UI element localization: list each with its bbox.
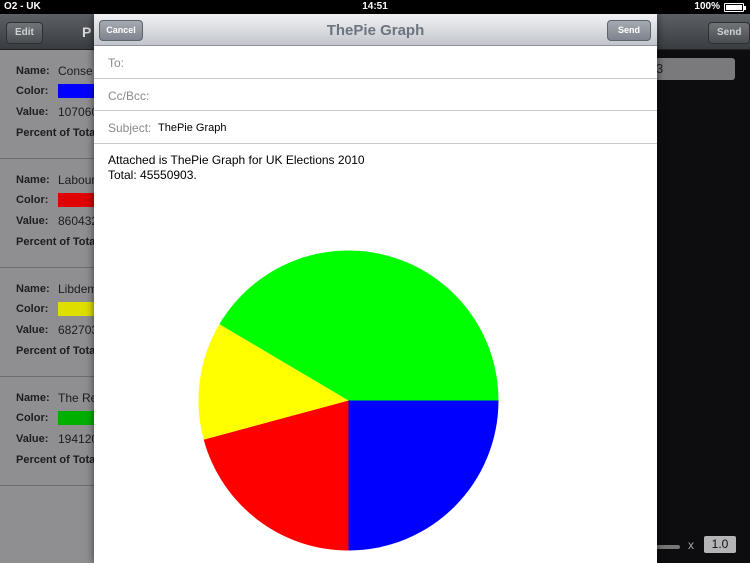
entry-color-label: Color: (16, 85, 49, 97)
entry-value-label: Value: (16, 106, 49, 118)
ccbcc-field[interactable]: Cc/Bcc: (94, 79, 657, 111)
entry-value-label: Value: (16, 433, 49, 445)
status-bar: O2 - UK 14:51 100% (0, 0, 750, 14)
scale-value[interactable]: 1.0 (704, 536, 736, 553)
entry-color-label: Color: (16, 194, 49, 206)
entry-percent-label: Percent of Tota (16, 454, 96, 466)
compose-navbar: Cancel ThePie Graph Send (94, 14, 657, 46)
to-field[interactable]: To: (94, 46, 657, 79)
body-line-2: Total: 45550903. (108, 168, 197, 182)
pie-chart (198, 250, 499, 551)
subject-field[interactable]: Subject: ThePie Graph (94, 111, 657, 144)
entry-value-label: Value: (16, 215, 49, 227)
entry-name-label: Name: (16, 392, 50, 404)
body-line-1: Attached is ThePie Graph for UK Election… (108, 153, 365, 167)
entry-value-label: Value: (16, 324, 49, 336)
pie-slice (348, 400, 499, 551)
clock: 14:51 (362, 1, 388, 12)
edit-button[interactable]: Edit (6, 22, 43, 44)
entry-name-value: Labour (58, 173, 96, 187)
battery-percent: 100% (694, 1, 720, 12)
battery-icon (724, 3, 746, 12)
entry-percent-label: Percent of Tota (16, 345, 96, 357)
subject-value: ThePie Graph (158, 122, 227, 134)
graph-name-field[interactable]: 3 (652, 58, 735, 80)
entry-percent-label: Percent of Tota (16, 236, 96, 248)
entry-percent-label: Percent of Tota (16, 127, 96, 139)
subject-label: Subject: (108, 121, 152, 135)
email-compose-sheet: Cancel ThePie Graph Send To: Cc/Bcc: Sub… (94, 14, 657, 563)
entry-value-value: 860432 (58, 214, 99, 228)
message-body[interactable]: Attached is ThePie Graph for UK Election… (108, 153, 365, 183)
entry-color-label: Color: (16, 412, 49, 424)
to-label: To: (108, 56, 125, 70)
entry-name-value: Conse (58, 64, 93, 78)
entry-color-label: Color: (16, 303, 49, 315)
entry-name-value: The Re (58, 391, 98, 405)
entry-name-label: Name: (16, 283, 50, 295)
background-title: P (82, 24, 92, 40)
scale-x-label: x (688, 538, 694, 552)
send-button[interactable]: Send (607, 20, 651, 41)
entry-value-value: 194120 (58, 432, 99, 446)
ccbcc-label: Cc/Bcc: (108, 89, 150, 103)
entry-name-value: Libdem (58, 282, 98, 296)
entry-name-label: Name: (16, 174, 50, 186)
background-send-button[interactable]: Send (708, 22, 750, 44)
compose-title: ThePie Graph (326, 22, 425, 39)
entry-name-label: Name: (16, 65, 50, 77)
entry-value-value: 682703 (58, 323, 99, 337)
entry-value-value: 107060 (58, 105, 99, 119)
